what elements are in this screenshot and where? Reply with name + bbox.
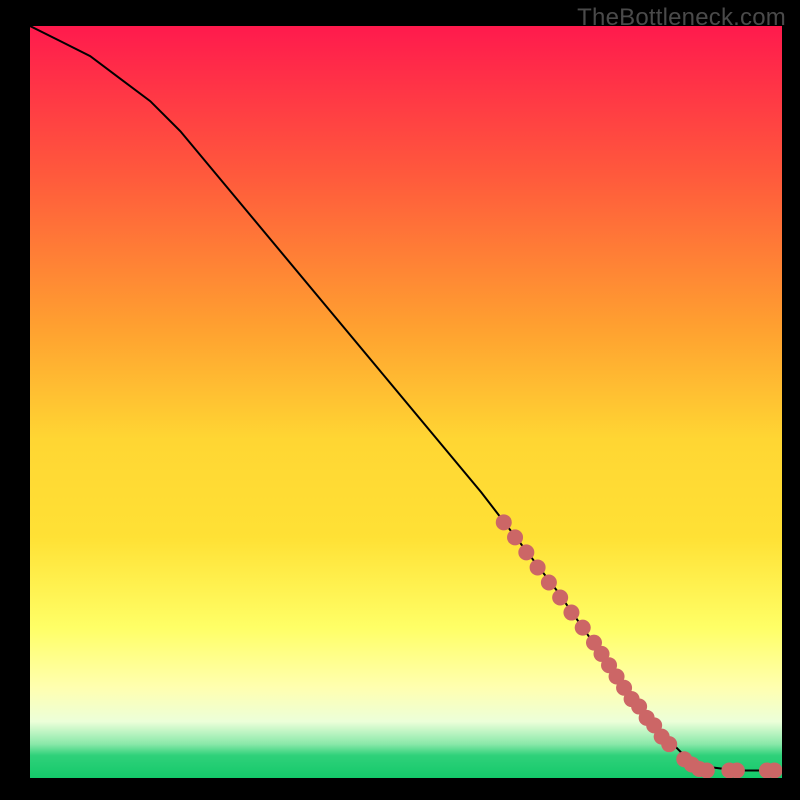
chart-frame: TheBottleneck.com xyxy=(0,0,800,800)
marker-dot xyxy=(518,544,534,560)
marker-dot xyxy=(530,559,546,575)
marker-dot xyxy=(552,590,568,606)
marker-dot xyxy=(541,574,557,590)
marker-dot xyxy=(496,514,512,530)
series-curve xyxy=(30,26,782,770)
watermark-text: TheBottleneck.com xyxy=(577,4,786,32)
marker-dot xyxy=(661,736,677,752)
marker-dot xyxy=(507,529,523,545)
markers-group xyxy=(496,514,782,778)
plot-area xyxy=(30,26,782,778)
marker-dot xyxy=(699,762,715,778)
marker-dot xyxy=(575,620,591,636)
chart-svg xyxy=(30,26,782,778)
marker-dot xyxy=(563,605,579,621)
marker-dot xyxy=(729,762,745,778)
curve-line xyxy=(30,26,782,770)
